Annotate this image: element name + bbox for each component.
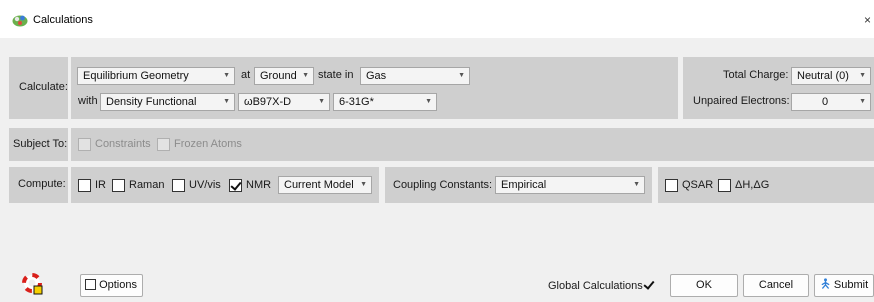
medium-select[interactable]: Gas ▼ — [360, 67, 470, 85]
compute-spectra-panel: IR Raman UV/vis NMR Current Model ▼ — [71, 167, 379, 203]
coupling-panel: Coupling Constants: Empirical ▼ — [385, 167, 652, 203]
qsar-label: QSAR — [682, 179, 714, 191]
coupling-constants-label: Coupling Constants: — [393, 179, 493, 191]
basis-set-select[interactable]: 6-31G* ▼ — [333, 93, 437, 111]
with-label: with — [78, 95, 98, 107]
total-charge-label: Total Charge: — [723, 69, 789, 81]
title-bar: Calculations × — [0, 0, 874, 38]
options-button[interactable]: Options — [80, 274, 143, 297]
submit-figure-icon — [821, 278, 830, 289]
subject-to-panel: Constraints Frozen Atoms — [71, 128, 874, 161]
frozen-atoms-checkbox[interactable] — [157, 138, 170, 151]
functional-select[interactable]: ωB97X-D ▼ — [238, 93, 330, 111]
global-calculations-checkbox[interactable] — [643, 279, 655, 291]
window-title: Calculations — [33, 14, 93, 26]
constraints-label: Constraints — [95, 138, 151, 150]
calculate-label: Calculate: — [19, 81, 68, 93]
qsar-panel: QSAR ΔH,ΔG — [658, 167, 874, 203]
uvvis-checkbox[interactable] — [172, 179, 185, 192]
spartan-molecule-icon — [12, 15, 28, 27]
uvvis-label: UV/vis — [189, 179, 221, 191]
raman-checkbox[interactable] — [112, 179, 125, 192]
cancel-button[interactable]: Cancel — [743, 274, 809, 297]
charge-panel: Total Charge: Neutral (0) ▼ Unpaired Elec… — [683, 57, 874, 119]
constraints-checkbox[interactable] — [78, 138, 91, 151]
method-select[interactable]: Density Functional ▼ — [100, 93, 235, 111]
at-label: at — [241, 69, 251, 81]
state-in-label: state in — [318, 69, 354, 81]
compute-label: Compute: — [18, 178, 66, 190]
subject-to-label: Subject To: — [13, 138, 68, 150]
ir-checkbox[interactable] — [78, 179, 91, 192]
ok-button[interactable]: OK — [670, 274, 738, 297]
qsar-checkbox[interactable] — [665, 179, 678, 192]
nmr-label: NMR — [246, 179, 272, 191]
frozen-atoms-label: Frozen Atoms — [174, 138, 242, 150]
calculation-type-select[interactable]: Equilibrium Geometry ▼ — [77, 67, 235, 85]
ir-label: IR — [95, 179, 106, 191]
options-checkbox[interactable] — [85, 278, 96, 290]
lifebuoy-help-icon[interactable] — [22, 273, 44, 295]
compute-label-panel: Compute: — [9, 167, 68, 203]
calculate-label-panel: Calculate: — [9, 57, 68, 119]
total-charge-select[interactable]: Neutral (0) ▼ — [791, 67, 871, 85]
submit-button[interactable]: Submit — [814, 274, 874, 297]
state-select[interactable]: Ground ▼ — [254, 67, 314, 85]
close-icon[interactable]: × — [864, 13, 871, 27]
delta-h-g-label: ΔH,ΔG — [735, 179, 770, 191]
calculate-panel: Equilibrium Geometry ▼ at Ground ▼ state i… — [71, 57, 678, 119]
delta-h-g-checkbox[interactable] — [718, 179, 731, 192]
global-calculations-label: Global Calculations — [548, 280, 643, 292]
nmr-model-select[interactable]: Current Model ▼ — [278, 176, 372, 194]
raman-label: Raman — [129, 179, 165, 191]
subject-to-label-panel: Subject To: — [9, 128, 68, 161]
unpaired-electrons-select[interactable]: 0 ▼ — [791, 93, 871, 111]
unpaired-electrons-label: Unpaired Electrons: — [693, 95, 790, 107]
coupling-constants-select[interactable]: Empirical ▼ — [495, 176, 645, 194]
nmr-checkbox[interactable] — [229, 179, 242, 192]
options-label: Options — [99, 279, 137, 291]
